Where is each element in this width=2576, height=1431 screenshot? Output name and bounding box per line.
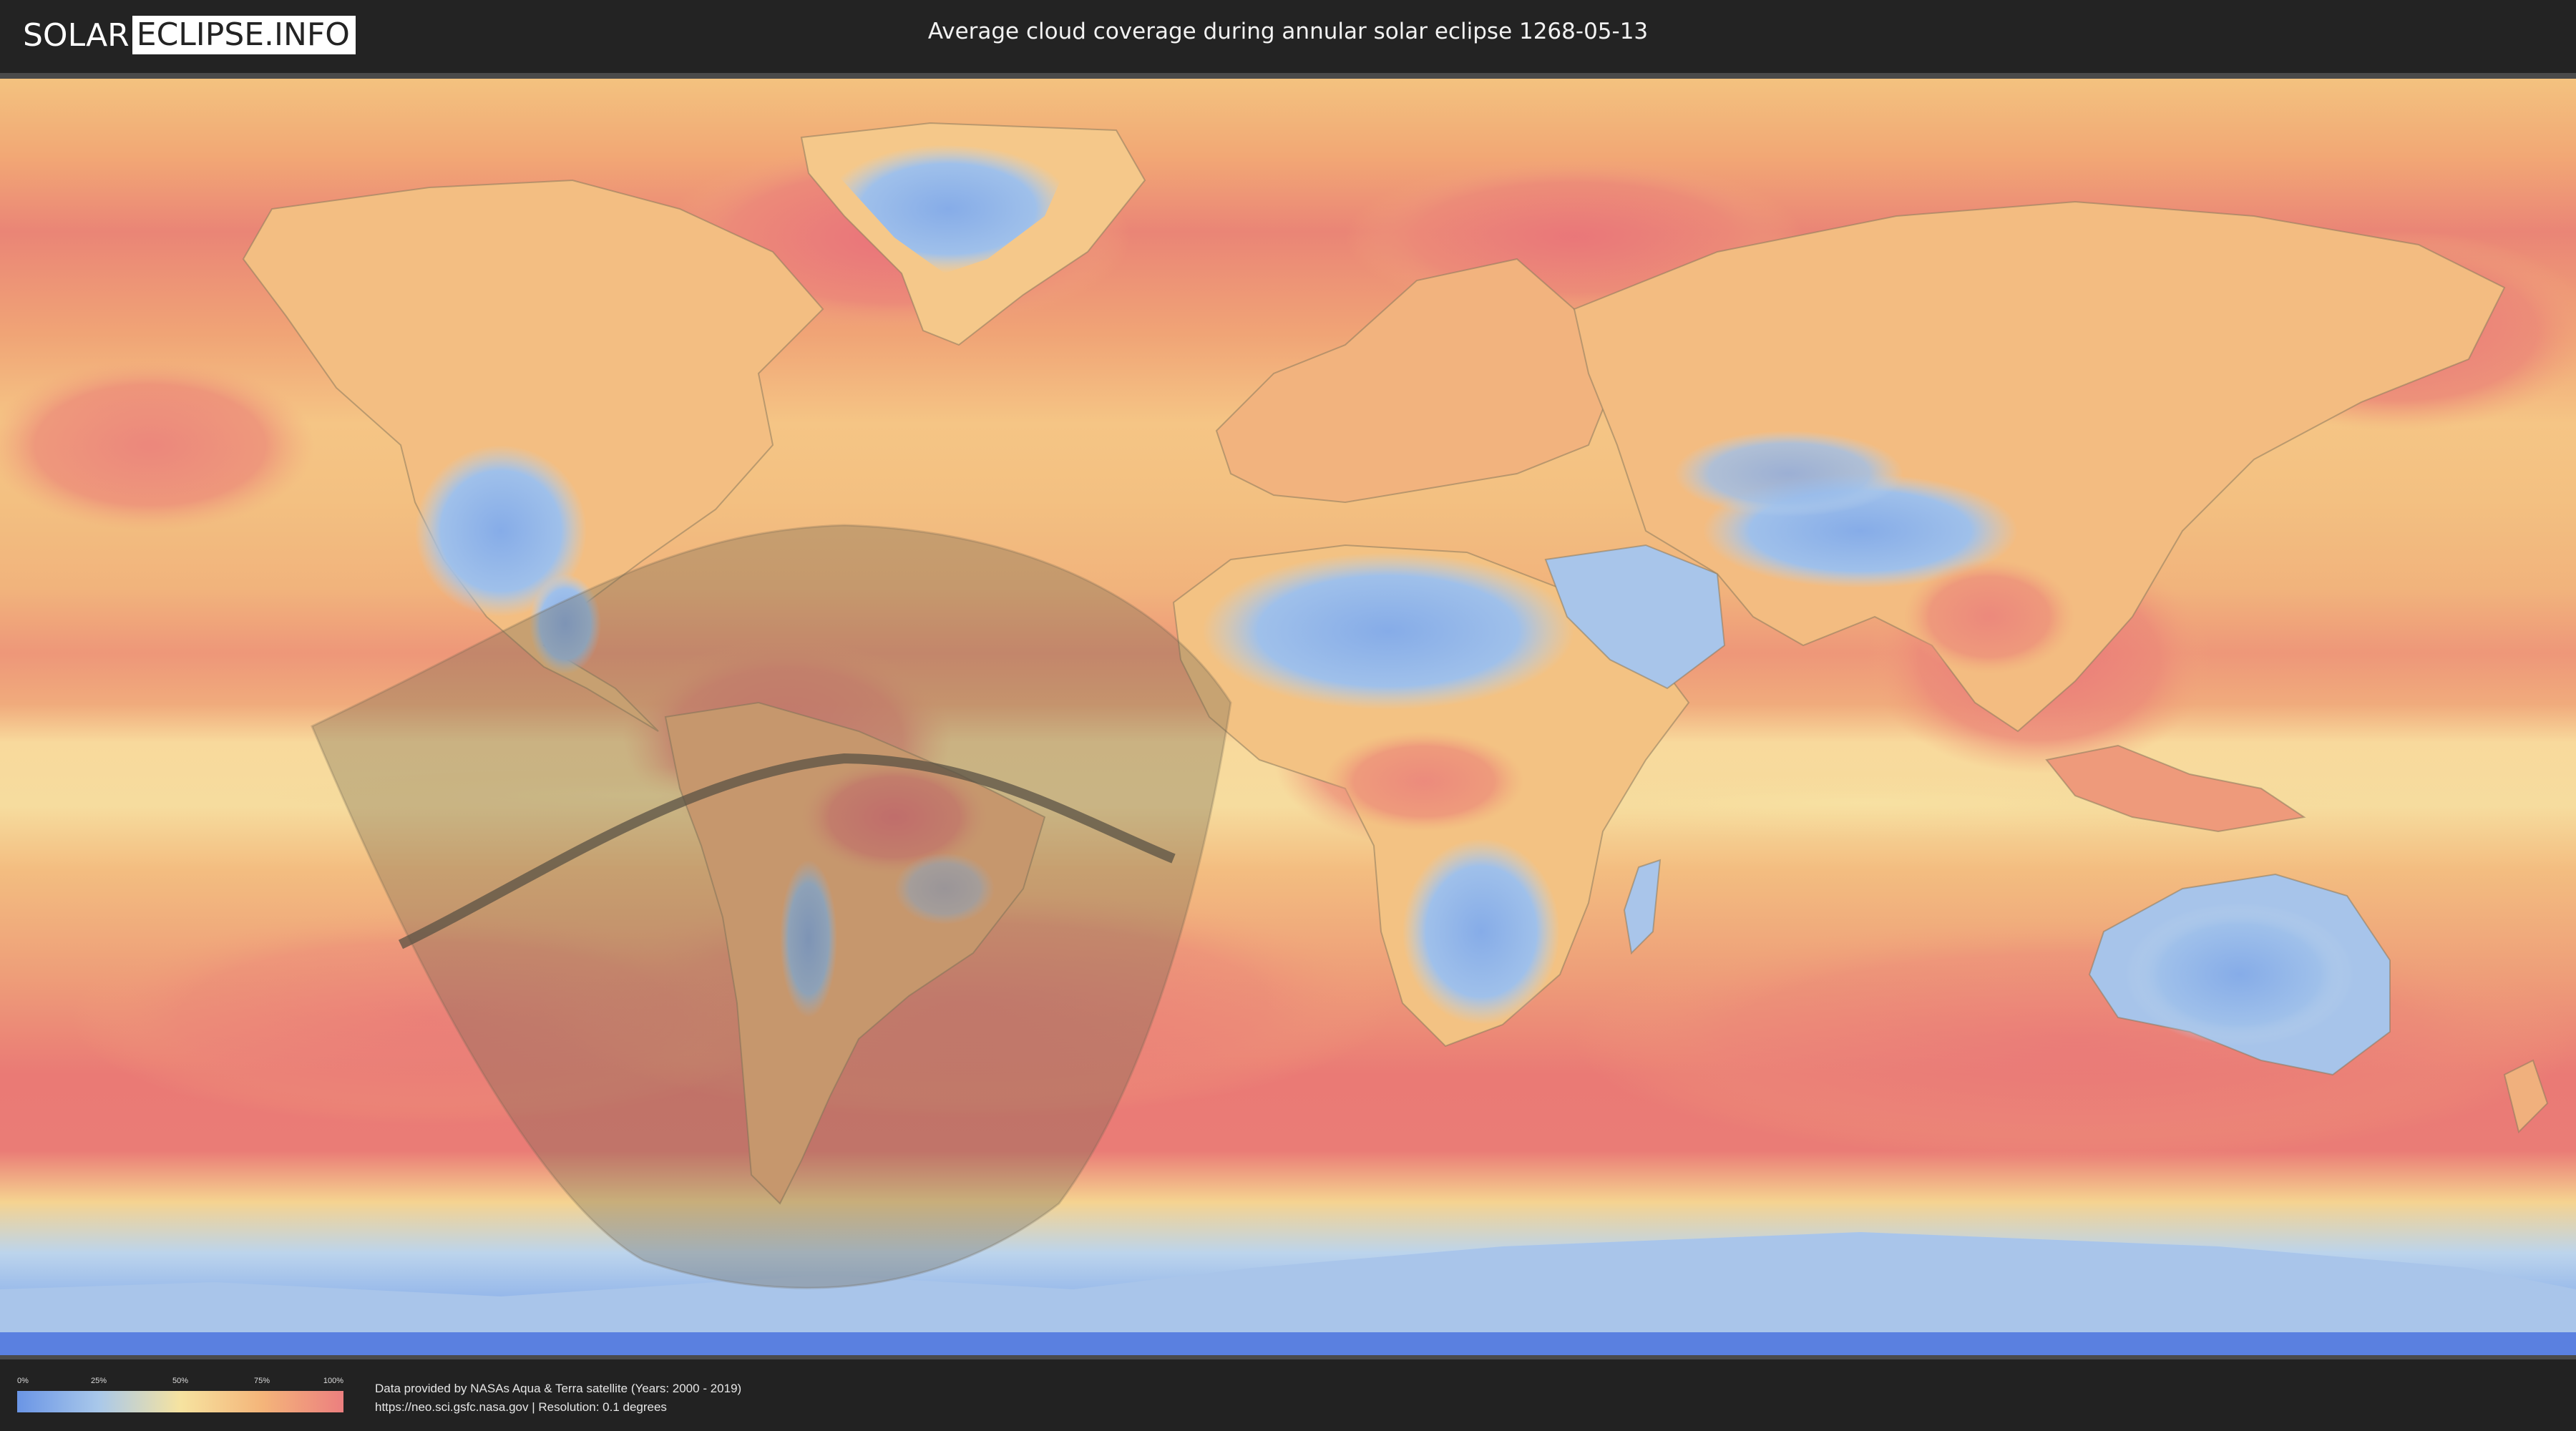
credits-line-url[interactable]: https://neo.sci.gsfc.nasa.gov | Resoluti… <box>375 1398 741 1417</box>
legend-ticks: 0% 25% 50% 75% 100% <box>17 1377 343 1390</box>
legend-tick-75: 75% <box>253 1377 270 1385</box>
legend-tick-0: 0% <box>17 1377 29 1385</box>
legend-tick-50: 50% <box>172 1377 189 1385</box>
world-map-svg <box>0 79 2576 1355</box>
page-title: Average cloud coverage during annular so… <box>927 19 1649 44</box>
data-credits: Data provided by NASAs Aqua & Terra sate… <box>375 1379 741 1417</box>
footer-bar: 0% 25% 50% 75% 100% Data provided by NAS… <box>0 1359 2576 1431</box>
color-legend: 0% 25% 50% 75% 100% <box>17 1377 343 1412</box>
legend-gradient-bar <box>17 1391 343 1412</box>
cloud-coverage-map <box>0 73 2576 1361</box>
legend-tick-25: 25% <box>90 1377 107 1385</box>
header-bar: SOLAR ECLIPSE.INFO Average cloud coverag… <box>0 0 2576 73</box>
credits-line-source: Data provided by NASAs Aqua & Terra sate… <box>375 1382 742 1395</box>
legend-tick-100: 100% <box>323 1377 343 1385</box>
